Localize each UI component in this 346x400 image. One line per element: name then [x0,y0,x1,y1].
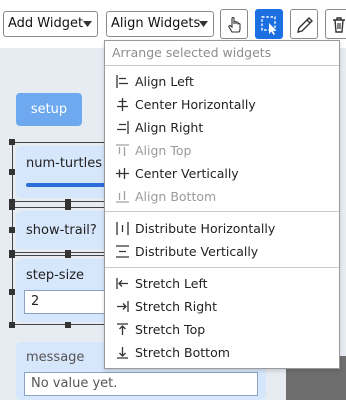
message-label: message [26,350,85,365]
menu-divider [105,211,339,212]
menu-item-center-vertically[interactable]: Center Vertically [105,163,339,185]
resize-handle[interactable] [9,289,15,295]
distribute-horizontal-icon [116,222,129,235]
distribute-vertical-icon [116,245,129,258]
select-mode-button[interactable] [255,9,283,39]
resize-handle[interactable] [65,322,71,328]
menu-item-label: Stretch Top [135,322,206,337]
resize-handle[interactable] [65,252,71,258]
center-vertical-icon [116,168,129,179]
align-top-icon [116,144,129,156]
center-horizontal-icon [117,98,128,111]
menu-divider [105,65,339,66]
menu-item-stretch-top[interactable]: Stretch Top [105,319,339,341]
menu-item-distribute-vertically[interactable]: Distribute Vertically [105,241,339,263]
align-right-icon [117,121,129,134]
menu-divider [105,267,339,268]
add-widget-label: Add Widget [8,16,84,31]
menu-item-center-horizontally[interactable]: Center Horizontally [105,94,339,116]
align-widgets-select[interactable]: Align Widgets [106,11,214,37]
stretch-right-icon [117,301,129,312]
resize-handle[interactable] [9,139,15,145]
menu-item-align-left[interactable]: Align Left [105,71,339,93]
edit-mode-button[interactable] [290,9,318,39]
menu-item-label: Align Bottom [135,189,217,204]
resize-handle[interactable] [9,322,15,328]
stretch-bottom-icon [117,347,128,359]
chevron-down-icon [199,21,208,27]
menu-item-align-right[interactable]: Align Right [105,117,339,139]
chevron-down-icon [83,21,92,27]
menu-item-label: Center Vertically [135,166,239,181]
delete-mode-button[interactable] [325,9,346,39]
menu-item-label: Align Top [135,143,192,158]
interact-mode-button[interactable] [220,9,248,39]
stretch-top-icon [117,323,128,335]
menu-item-distribute-horizontally[interactable]: Distribute Horizontally [105,218,339,240]
message-value: No value yet. [24,372,258,396]
menu-item-label: Stretch Right [135,299,217,314]
menu-item-align-bottom[interactable]: Align Bottom [105,186,339,208]
menu-item-label: Align Left [135,74,194,89]
setup-button[interactable]: setup [16,93,82,126]
resize-handle[interactable] [9,227,15,233]
resize-handle[interactable] [9,204,15,210]
menu-item-stretch-bottom[interactable]: Stretch Bottom [105,342,339,364]
menu-item-label: Distribute Horizontally [135,221,276,236]
delete-trash-icon [333,17,345,33]
menu-item-stretch-left[interactable]: Stretch Left [105,273,339,295]
stretch-left-icon [116,278,128,289]
resize-handle[interactable] [65,204,71,210]
menu-item-stretch-right[interactable]: Stretch Right [105,296,339,318]
menu-header: Arrange selected widgets [112,45,272,60]
menu-item-label: Align Right [135,120,204,135]
interact-hand-icon [228,16,241,33]
menu-item-label: Stretch Bottom [135,345,230,360]
resize-handle[interactable] [9,169,15,175]
edit-pencil-icon [297,17,313,33]
align-widgets-label: Align Widgets [111,16,201,31]
align-bottom-icon [116,191,129,203]
add-widget-select[interactable]: Add Widget [3,11,98,37]
select-cursor-icon [261,16,277,35]
menu-item-label: Center Horizontally [135,97,256,112]
menu-item-label: Stretch Left [135,276,208,291]
menu-item-align-top[interactable]: Align Top [105,140,339,162]
resize-handle[interactable] [9,252,15,258]
align-left-icon [116,75,128,88]
align-widgets-menu: Arrange selected widgets Align Left Cent… [104,40,340,369]
menu-item-label: Distribute Vertically [135,244,259,259]
